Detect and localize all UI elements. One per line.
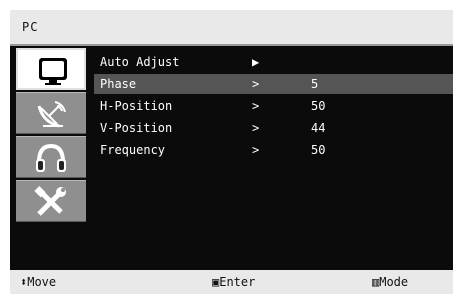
row-label: Auto Adjust <box>100 55 180 69</box>
sidebar-item-picture[interactable] <box>16 48 86 90</box>
menu-row-phase[interactable]: Phase > 5 <box>94 74 453 94</box>
chevron-right-icon: > <box>252 143 260 157</box>
row-label: Phase <box>100 77 137 91</box>
row-label: Frequency <box>100 143 166 157</box>
menu-row-frequency[interactable]: Frequency > 50 <box>94 140 453 160</box>
menu-row-h-position[interactable]: H-Position > 50 <box>94 96 453 116</box>
sidebar-item-setup[interactable] <box>16 180 86 222</box>
mode-hint: ▥Mode <box>372 275 409 289</box>
menu-row-auto-adjust[interactable]: Auto Adjust ▶ <box>94 52 453 72</box>
satellite-dish-icon <box>37 101 66 128</box>
tools-icon <box>34 186 66 216</box>
row-label: H-Position <box>100 99 173 113</box>
headphones-icon <box>36 143 66 172</box>
title-bar: PC <box>10 10 453 44</box>
menu-title: PC <box>22 20 39 34</box>
footer-hints: ⬍Move ▣Enter ▥Mode <box>10 270 453 294</box>
row-value: 44 <box>311 121 326 135</box>
osd-menu: PC Auto Adjust ▶ Phase > 5 H-Position > … <box>10 10 453 294</box>
chevron-right-icon: > <box>252 99 260 113</box>
enter-hint: ▣Enter <box>212 275 256 289</box>
row-value: 5 <box>311 77 319 91</box>
chevron-right-icon: > <box>252 77 260 91</box>
sidebar-item-channel[interactable] <box>16 92 86 134</box>
row-value: 50 <box>311 99 326 113</box>
play-arrow-icon: ▶ <box>252 55 260 69</box>
row-label: V-Position <box>100 121 173 135</box>
menu-row-v-position[interactable]: V-Position > 44 <box>94 118 453 138</box>
tv-monitor-icon <box>39 58 67 85</box>
row-value: 50 <box>311 143 326 157</box>
sidebar-item-sound[interactable] <box>16 136 86 178</box>
chevron-right-icon: > <box>252 121 260 135</box>
move-hint: ⬍Move <box>20 275 57 289</box>
title-divider <box>10 44 453 46</box>
